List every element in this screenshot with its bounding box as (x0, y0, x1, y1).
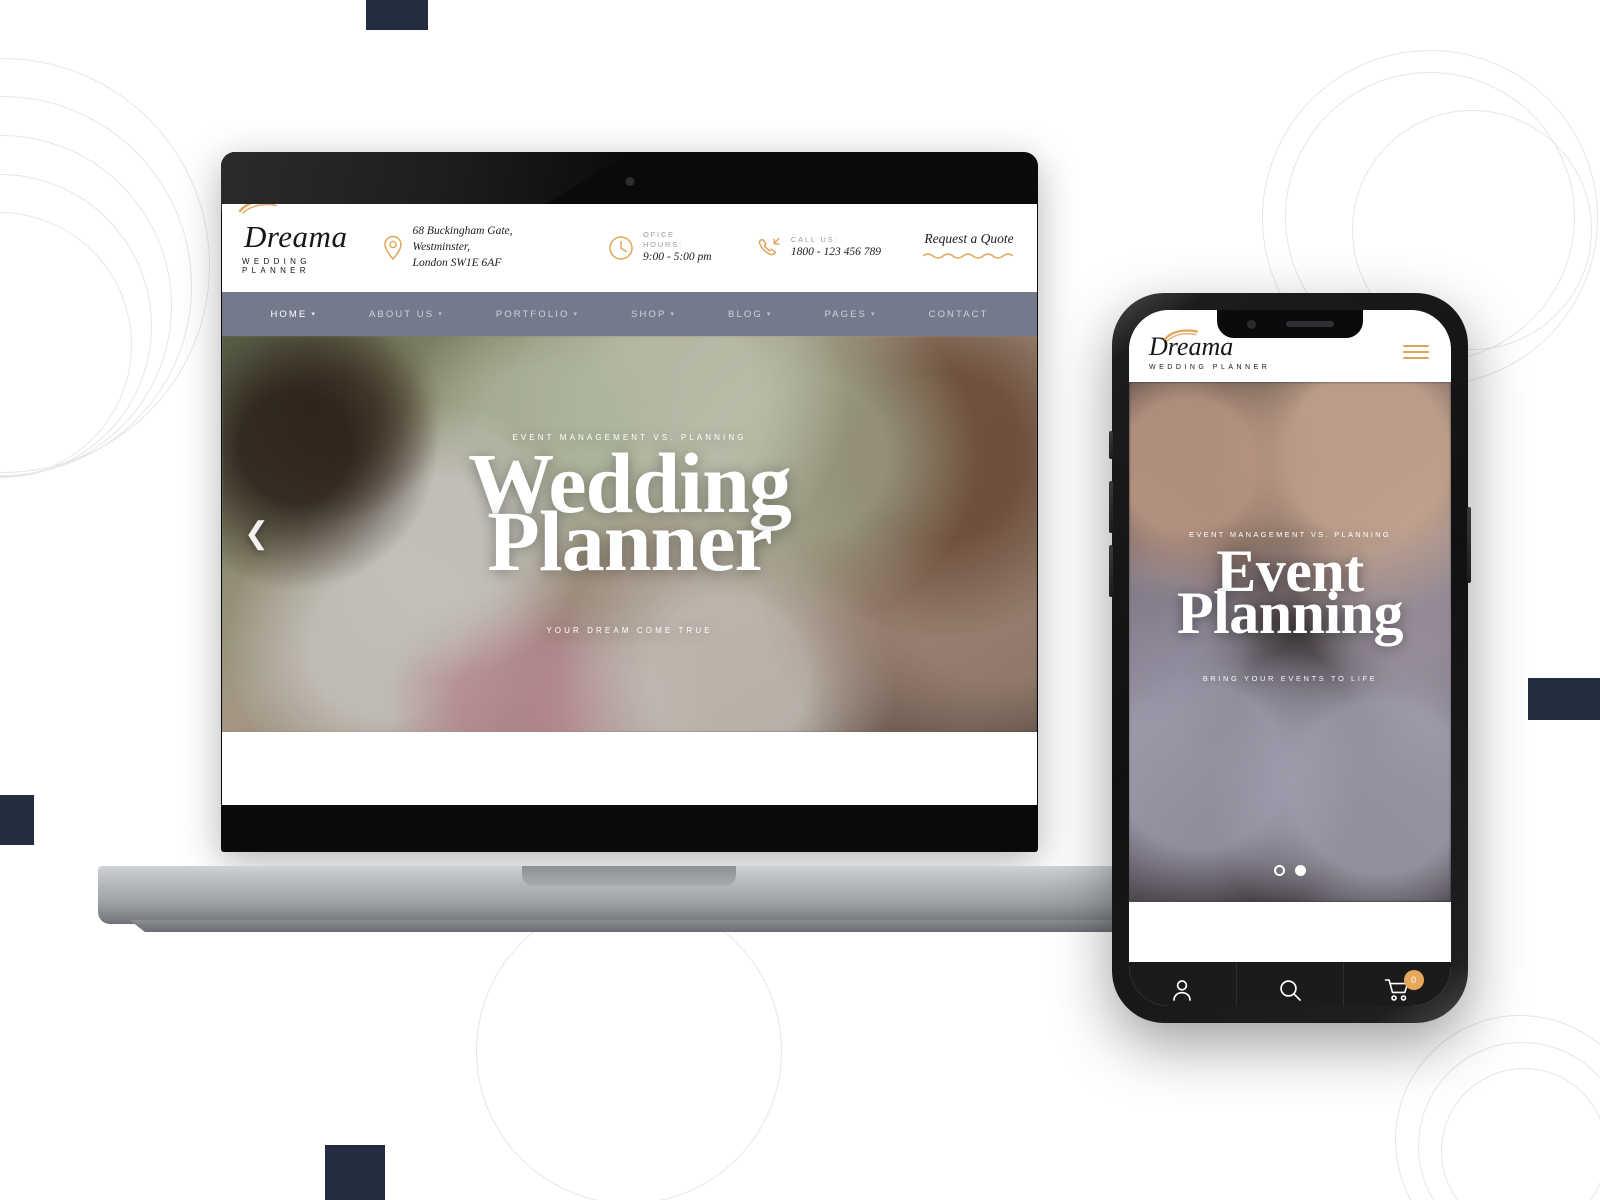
quote-squiggle-underline-icon (922, 253, 1014, 259)
mobile-hero-title-line2: Planning (1176, 579, 1404, 646)
hero-title-line2: Planner (487, 493, 772, 589)
main-navigation: HOME ▾ ABOUT US ▾ PORTFOLIO ▾ SHOP ▾ BLO… (222, 292, 1037, 336)
clock-icon (609, 236, 633, 260)
hero-subtitle: YOUR DREAM COME TRUE (546, 625, 713, 635)
user-account-icon (1173, 980, 1192, 1001)
phone-mute-switch[interactable] (1109, 431, 1113, 459)
logo-tagline: WEDDING PLANNER (242, 257, 311, 275)
request-quote-button[interactable]: Request a Quote (921, 231, 1017, 265)
mobile-logo[interactable]: Dreama WEDDING PLANNER (1149, 328, 1271, 371)
nav-item-about-us[interactable]: ABOUT US ▾ (343, 309, 470, 320)
phone-volume-down-button[interactable] (1109, 545, 1113, 597)
nav-item-home[interactable]: HOME ▾ (244, 309, 343, 320)
tab-search[interactable] (1235, 962, 1344, 1006)
header-hours-block: OFICE HOURS: 9:00 - 5:00 pm (608, 230, 716, 266)
nav-item-contact-label: CONTACT (928, 308, 989, 320)
laptop-base-foot (129, 920, 1129, 932)
phone-viewport: Dreama WEDDING PLANNER EVENT MANAGEMENT … (1129, 310, 1451, 1006)
chevron-down-icon: ▾ (438, 311, 444, 318)
header-hours-label: OFICE HOURS: (642, 230, 683, 250)
hero-title: Wedding Planner (468, 440, 792, 589)
decor-square-left (0, 795, 34, 845)
phone-incoming-icon (758, 237, 780, 256)
phone-front-camera-icon (1246, 319, 1256, 329)
mobile-carousel-dots (1274, 865, 1306, 876)
site-header: Dreama WEDDING PLANNER 68 Buckingham Gat… (222, 204, 1037, 292)
cart-count-badge: 0 (1403, 970, 1424, 990)
laptop-screen-glare (221, 152, 631, 212)
header-address-line1: 68 Buckingham Gate, Westminster, (412, 225, 513, 254)
nav-item-pages[interactable]: PAGES ▾ (798, 309, 902, 320)
header-address-block: 68 Buckingham Gate, Westminster, London … (382, 224, 568, 272)
laptop-lid: Dreama WEDDING PLANNER 68 Buckingham Gat… (221, 152, 1038, 852)
nav-item-shop[interactable]: SHOP ▾ (605, 309, 702, 320)
decor-square-top (366, 0, 428, 30)
laptop-viewport: Dreama WEDDING PLANNER 68 Buckingham Gat… (222, 204, 1037, 805)
search-icon (1280, 980, 1301, 1001)
nav-item-shop-label: SHOP (631, 308, 667, 320)
hero-prev-arrow-icon[interactable]: ❮ (244, 519, 269, 549)
phone-volume-up-button[interactable] (1109, 481, 1113, 533)
mobile-logo-tagline: WEDDING PLANNER (1149, 363, 1271, 371)
nav-item-blog-label: BLOG (728, 308, 763, 320)
carousel-dot-2[interactable] (1295, 865, 1306, 876)
chevron-down-icon: ▾ (311, 311, 317, 318)
mobile-hero-title: Event Planning (1176, 541, 1404, 646)
chevron-down-icon: ▾ (670, 311, 677, 318)
logo-swoosh-icon (238, 204, 277, 214)
phone-mockup: Dreama WEDDING PLANNER EVENT MANAGEMENT … (1109, 293, 1471, 1023)
mobile-below-hero-section (1129, 902, 1451, 962)
hero-content: EVENT MANAGEMENT VS. PLANNING Wedding Pl… (222, 336, 1037, 732)
nav-item-home-label: HOME (270, 308, 308, 320)
chevron-down-icon: ▾ (766, 311, 773, 318)
nav-item-blog[interactable]: BLOG ▾ (702, 309, 798, 320)
logo-wordmark: Dreama (244, 219, 348, 254)
laptop-base (98, 866, 1160, 924)
phone-earpiece-speaker (1285, 321, 1334, 327)
hamburger-menu-icon[interactable] (1403, 345, 1429, 359)
header-phone-value: 1800 - 123 456 789 (790, 246, 881, 259)
request-quote-label: Request a Quote (924, 231, 1014, 246)
nav-item-about-us-label: ABOUT US (368, 308, 435, 320)
decor-ring-bottomcenter (476, 898, 782, 1200)
header-address-line2: London SW1E 6AF (412, 256, 502, 269)
mobile-tab-bar: 0 (1129, 962, 1451, 1006)
mobile-logo-swoosh-icon (1163, 328, 1199, 342)
chevron-down-icon: ▾ (870, 311, 877, 318)
nav-item-contact[interactable]: CONTACT (903, 309, 1015, 320)
laptop-webcam-icon (625, 177, 634, 186)
decor-square-bottom (325, 1145, 385, 1200)
carousel-dot-1[interactable] (1274, 865, 1285, 876)
nav-item-portfolio[interactable]: PORTFOLIO ▾ (470, 309, 605, 320)
nav-item-pages-label: PAGES (824, 308, 867, 320)
mobile-hero-content: EVENT MANAGEMENT VS. PLANNING Event Plan… (1129, 382, 1451, 902)
location-pin-icon (383, 235, 402, 261)
site-logo[interactable]: Dreama WEDDING PLANNER (238, 204, 382, 275)
tab-account[interactable] (1129, 962, 1236, 1006)
header-hours-value: 9:00 - 5:00 pm (642, 251, 712, 264)
phone-notch (1217, 310, 1363, 338)
header-phone-label: CALL US: (790, 235, 839, 245)
nav-item-portfolio-label: PORTFOLIO (495, 308, 570, 320)
mobile-hero-subtitle: BRING YOUR EVENTS TO LIFE (1202, 674, 1378, 684)
tab-cart[interactable]: 0 (1343, 962, 1451, 1006)
laptop-base-notch (522, 866, 736, 886)
hero-slider: EVENT MANAGEMENT VS. PLANNING Wedding Pl… (222, 336, 1037, 732)
header-phone-block[interactable]: CALL US: 1800 - 123 456 789 (756, 235, 881, 261)
decor-square-right (1528, 678, 1600, 720)
below-hero-section (222, 732, 1037, 805)
laptop-mockup: Dreama WEDDING PLANNER 68 Buckingham Gat… (98, 152, 1160, 932)
phone-power-button[interactable] (1467, 507, 1471, 583)
chevron-down-icon: ▾ (573, 311, 580, 318)
mobile-hero-slider: EVENT MANAGEMENT VS. PLANNING Event Plan… (1129, 382, 1451, 902)
